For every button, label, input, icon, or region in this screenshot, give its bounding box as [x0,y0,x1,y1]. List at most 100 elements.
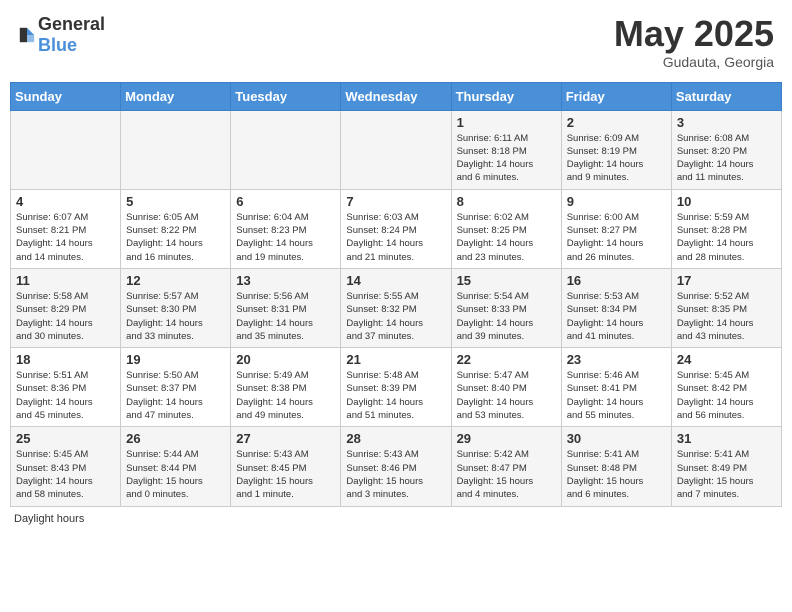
col-header-monday: Monday [121,82,231,110]
logo-general: General [38,14,105,34]
day-info: Sunrise: 5:57 AM Sunset: 8:30 PM Dayligh… [126,290,225,343]
col-header-saturday: Saturday [671,82,781,110]
day-cell: 8 Sunrise: 6:02 AM Sunset: 8:25 PM Daylig… [451,189,561,268]
day-number: 23 [567,352,666,367]
day-info: Sunrise: 5:42 AM Sunset: 8:47 PM Dayligh… [457,448,556,501]
day-number: 30 [567,431,666,446]
day-cell: 27Sunrise: 5:43 AM Sunset: 8:45 PM Dayli… [231,427,341,506]
title-block: May 2025 Gudauta, Georgia [614,14,774,70]
day-cell: 31 Sunrise: 5:41 AM Sunset: 8:49 PM Dayli… [671,427,781,506]
day-number: 11 [16,273,115,288]
calendar-header-row: SundayMondayTuesdayWednesdayThursdayFrid… [11,82,782,110]
day-number: 27 [236,431,335,446]
day-info: Sunrise: 5:41 AM Sunset: 8:49 PM Dayligh… [677,448,776,501]
day-info: Sunrise: 6:07 AM Sunset: 8:21 PM Dayligh… [16,211,115,264]
day-cell: 16 Sunrise: 5:53 AM Sunset: 8:34 PM Dayli… [561,268,671,347]
day-info: Sunrise: 5:43 AM Sunset: 8:46 PM Dayligh… [346,448,445,501]
logo-icon [18,26,36,44]
day-cell: 24 Sunrise: 5:45 AM Sunset: 8:42 PM Dayli… [671,348,781,427]
col-header-wednesday: Wednesday [341,82,451,110]
day-number: 21 [346,352,445,367]
day-info: Sunrise: 6:04 AM Sunset: 8:23 PM Dayligh… [236,211,335,264]
day-cell: 13 Sunrise: 5:56 AM Sunset: 8:31 PM Dayli… [231,268,341,347]
day-cell: 17 Sunrise: 5:52 AM Sunset: 8:35 PM Dayli… [671,268,781,347]
day-cell: 9Sunrise: 6:00 AM Sunset: 8:27 PM Daylig… [561,189,671,268]
day-cell: 20 Sunrise: 5:49 AM Sunset: 8:38 PM Dayli… [231,348,341,427]
day-cell: 15 Sunrise: 5:54 AM Sunset: 8:33 PM Dayli… [451,268,561,347]
day-info: Sunrise: 5:59 AM Sunset: 8:28 PM Dayligh… [677,211,776,264]
day-number: 6 [236,194,335,209]
day-cell: 2 Sunrise: 6:09 AM Sunset: 8:19 PM Daylig… [561,110,671,189]
day-number: 7 [346,194,445,209]
week-row-5: 25 Sunrise: 5:45 AM Sunset: 8:43 PM Dayli… [11,427,782,506]
day-info: Sunrise: 5:52 AM Sunset: 8:35 PM Dayligh… [677,290,776,343]
day-number: 28 [346,431,445,446]
day-number: 4 [16,194,115,209]
day-cell [11,110,121,189]
day-cell: 22Sunrise: 5:47 AM Sunset: 8:40 PM Dayli… [451,348,561,427]
day-info: Sunrise: 6:09 AM Sunset: 8:19 PM Dayligh… [567,132,666,185]
day-cell: 21 Sunrise: 5:48 AM Sunset: 8:39 PM Dayli… [341,348,451,427]
calendar-title: May 2025 [614,14,774,54]
day-cell: 4 Sunrise: 6:07 AM Sunset: 8:21 PM Daylig… [11,189,121,268]
day-cell: 10Sunrise: 5:59 AM Sunset: 8:28 PM Dayli… [671,189,781,268]
day-cell: 19 Sunrise: 5:50 AM Sunset: 8:37 PM Dayli… [121,348,231,427]
day-info: Sunrise: 5:48 AM Sunset: 8:39 PM Dayligh… [346,369,445,422]
day-number: 13 [236,273,335,288]
day-cell: 23Sunrise: 5:46 AM Sunset: 8:41 PM Dayli… [561,348,671,427]
col-header-thursday: Thursday [451,82,561,110]
day-number: 25 [16,431,115,446]
day-number: 1 [457,115,556,130]
day-info: Sunrise: 6:00 AM Sunset: 8:27 PM Dayligh… [567,211,666,264]
day-cell: 5 Sunrise: 6:05 AM Sunset: 8:22 PM Daylig… [121,189,231,268]
logo-blue: Blue [38,35,77,55]
day-info: Sunrise: 5:44 AM Sunset: 8:44 PM Dayligh… [126,448,225,501]
day-cell [121,110,231,189]
day-cell: 3 Sunrise: 6:08 AM Sunset: 8:20 PM Daylig… [671,110,781,189]
day-number: 16 [567,273,666,288]
day-info: Sunrise: 6:02 AM Sunset: 8:25 PM Dayligh… [457,211,556,264]
day-number: 19 [126,352,225,367]
day-number: 3 [677,115,776,130]
day-cell: 29Sunrise: 5:42 AM Sunset: 8:47 PM Dayli… [451,427,561,506]
day-cell: 11 Sunrise: 5:58 AM Sunset: 8:29 PM Dayli… [11,268,121,347]
day-number: 15 [457,273,556,288]
week-row-1: 1Sunrise: 6:11 AM Sunset: 8:18 PM Daylig… [11,110,782,189]
day-info: Sunrise: 5:51 AM Sunset: 8:36 PM Dayligh… [16,369,115,422]
day-info: Sunrise: 5:47 AM Sunset: 8:40 PM Dayligh… [457,369,556,422]
day-number: 8 [457,194,556,209]
day-number: 24 [677,352,776,367]
footer: Daylight hours [10,513,782,525]
day-info: Sunrise: 5:50 AM Sunset: 8:37 PM Dayligh… [126,369,225,422]
day-number: 2 [567,115,666,130]
day-info: Sunrise: 5:45 AM Sunset: 8:43 PM Dayligh… [16,448,115,501]
logo-text-block: General Blue [38,14,105,56]
day-number: 17 [677,273,776,288]
day-info: Sunrise: 5:56 AM Sunset: 8:31 PM Dayligh… [236,290,335,343]
page-header: General Blue May 2025 Gudauta, Georgia [10,10,782,74]
day-number: 18 [16,352,115,367]
day-info: Sunrise: 5:53 AM Sunset: 8:34 PM Dayligh… [567,290,666,343]
day-info: Sunrise: 5:49 AM Sunset: 8:38 PM Dayligh… [236,369,335,422]
day-number: 20 [236,352,335,367]
day-cell: 30 Sunrise: 5:41 AM Sunset: 8:48 PM Dayli… [561,427,671,506]
day-info: Sunrise: 5:41 AM Sunset: 8:48 PM Dayligh… [567,448,666,501]
day-info: Sunrise: 5:45 AM Sunset: 8:42 PM Dayligh… [677,369,776,422]
day-cell: 14Sunrise: 5:55 AM Sunset: 8:32 PM Dayli… [341,268,451,347]
col-header-sunday: Sunday [11,82,121,110]
col-header-tuesday: Tuesday [231,82,341,110]
day-number: 12 [126,273,225,288]
day-number: 31 [677,431,776,446]
day-info: Sunrise: 6:08 AM Sunset: 8:20 PM Dayligh… [677,132,776,185]
day-cell: 18 Sunrise: 5:51 AM Sunset: 8:36 PM Dayli… [11,348,121,427]
day-cell: 7 Sunrise: 6:03 AM Sunset: 8:24 PM Daylig… [341,189,451,268]
day-number: 5 [126,194,225,209]
day-number: 14 [346,273,445,288]
day-info: Sunrise: 6:03 AM Sunset: 8:24 PM Dayligh… [346,211,445,264]
day-info: Sunrise: 6:05 AM Sunset: 8:22 PM Dayligh… [126,211,225,264]
day-cell: 12 Sunrise: 5:57 AM Sunset: 8:30 PM Dayli… [121,268,231,347]
day-info: Sunrise: 5:54 AM Sunset: 8:33 PM Dayligh… [457,290,556,343]
week-row-4: 18 Sunrise: 5:51 AM Sunset: 8:36 PM Dayli… [11,348,782,427]
day-info: Sunrise: 5:58 AM Sunset: 8:29 PM Dayligh… [16,290,115,343]
day-cell: 25 Sunrise: 5:45 AM Sunset: 8:43 PM Dayli… [11,427,121,506]
